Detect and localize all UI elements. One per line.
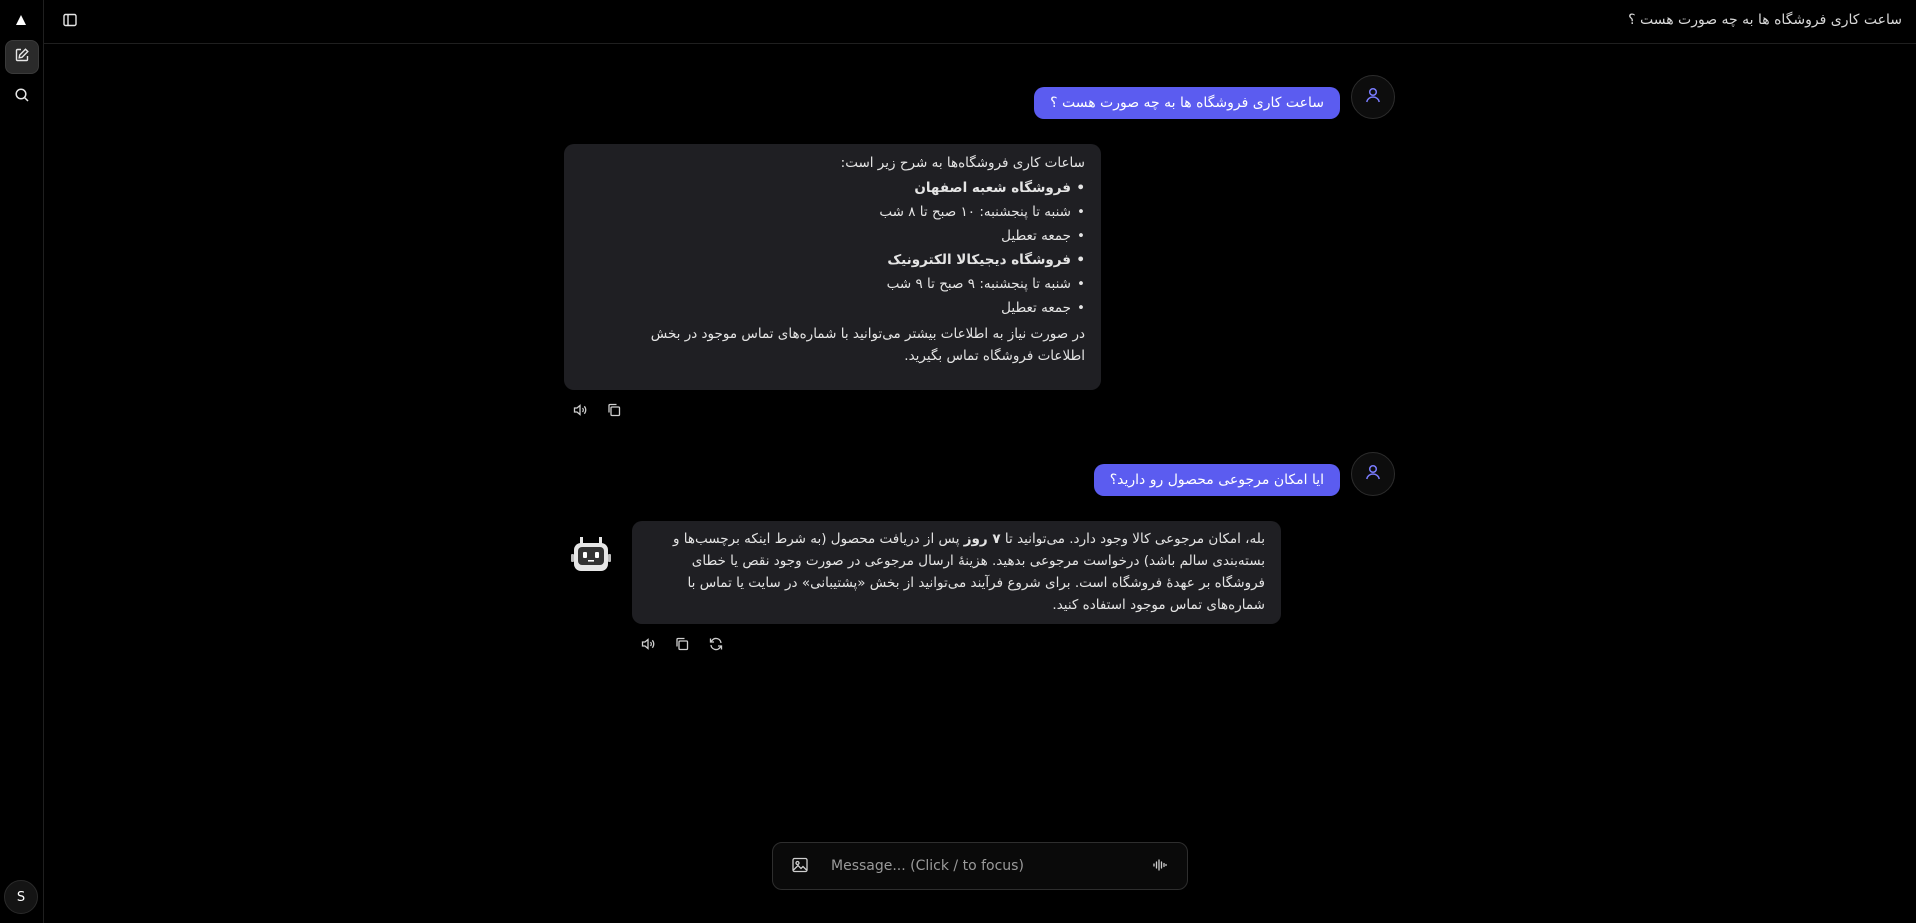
list-item: شنبه تا پنجشنبه: ۹ صبح تا ۹ شب (604, 272, 1085, 296)
read-aloud-button[interactable] (638, 636, 658, 656)
search-icon (14, 87, 30, 107)
list-item: جمعه تعطیل (604, 224, 1085, 248)
speaker-icon (572, 402, 588, 422)
user-avatar (1351, 452, 1395, 496)
bot-avatar (568, 533, 614, 579)
message-text-bold: ۷ روز (963, 531, 1001, 547)
list-item: فروشگاه شعبه اصفهان (604, 176, 1085, 200)
copy-button[interactable] (672, 636, 692, 656)
message-actions (570, 402, 624, 422)
read-aloud-button[interactable] (570, 402, 590, 422)
list-item: شنبه تا پنجشنبه: ۱۰ صبح تا ۸ شب (604, 200, 1085, 224)
message-outro: در صورت نیاز به اطلاعات بیشتر می‌توانید … (650, 326, 1085, 364)
avatar-initial: S (16, 889, 26, 905)
new-chat-button[interactable] (5, 40, 39, 74)
copy-button[interactable] (604, 402, 624, 422)
sidebar-toggle-icon (62, 12, 78, 32)
regenerate-icon (708, 636, 724, 656)
chat-title: ساعت کاری فروشگاه ها به چه صورت هست ؟ (1628, 12, 1902, 28)
search-button[interactable] (5, 80, 39, 114)
assistant-message-bubble: ساعات کاری فروشگاه‌ها به شرح زیر است: فر… (564, 144, 1101, 390)
message-intro: ساعات کاری فروشگاه‌ها به شرح زیر است: (840, 155, 1085, 171)
user-avatar-button[interactable]: S (4, 880, 38, 914)
assistant-message-bubble: بله، امکان مرجوعی کالا وجود دارد. می‌توا… (632, 521, 1281, 624)
list-item: جمعه تعطیل (604, 296, 1085, 320)
triangle-logo-icon[interactable] (10, 9, 32, 31)
copy-icon (674, 636, 690, 656)
header: ساعت کاری فروشگاه ها به چه صورت هست ؟ (44, 0, 1916, 44)
image-icon (791, 856, 809, 878)
message-composer (772, 842, 1188, 890)
speaker-icon (640, 636, 656, 656)
user-avatar (1351, 75, 1395, 119)
new-chat-icon (14, 47, 30, 67)
message-text-part: بله، امکان مرجوعی کالا وجود دارد. می‌توا… (1000, 531, 1265, 547)
user-message-bubble: ایا امکان مرجوعی محصول رو دارید؟ (1093, 464, 1340, 496)
list-item: فروشگاه دیجیکالا الکترونیک (604, 248, 1085, 272)
user-message-bubble: ساعت کاری فروشگاه ها به چه صورت هست ؟ (1034, 87, 1340, 119)
assistant-message-text: بله، امکان مرجوعی کالا وجود دارد. می‌توا… (648, 528, 1265, 616)
user-icon (1364, 86, 1382, 108)
sidebar: S (0, 0, 44, 923)
message-actions (638, 636, 726, 656)
sidebar-toggle-button[interactable] (58, 10, 82, 34)
copy-icon (606, 402, 622, 422)
robot-icon (569, 532, 613, 580)
regenerate-button[interactable] (706, 636, 726, 656)
user-icon (1364, 463, 1382, 485)
voice-wave-icon (1152, 857, 1168, 877)
voice-input-button[interactable] (1149, 856, 1171, 878)
message-input[interactable] (831, 843, 1131, 889)
hours-list: فروشگاه شعبه اصفهان شنبه تا پنجشنبه: ۱۰ … (604, 176, 1085, 320)
attach-image-button[interactable] (789, 856, 811, 878)
